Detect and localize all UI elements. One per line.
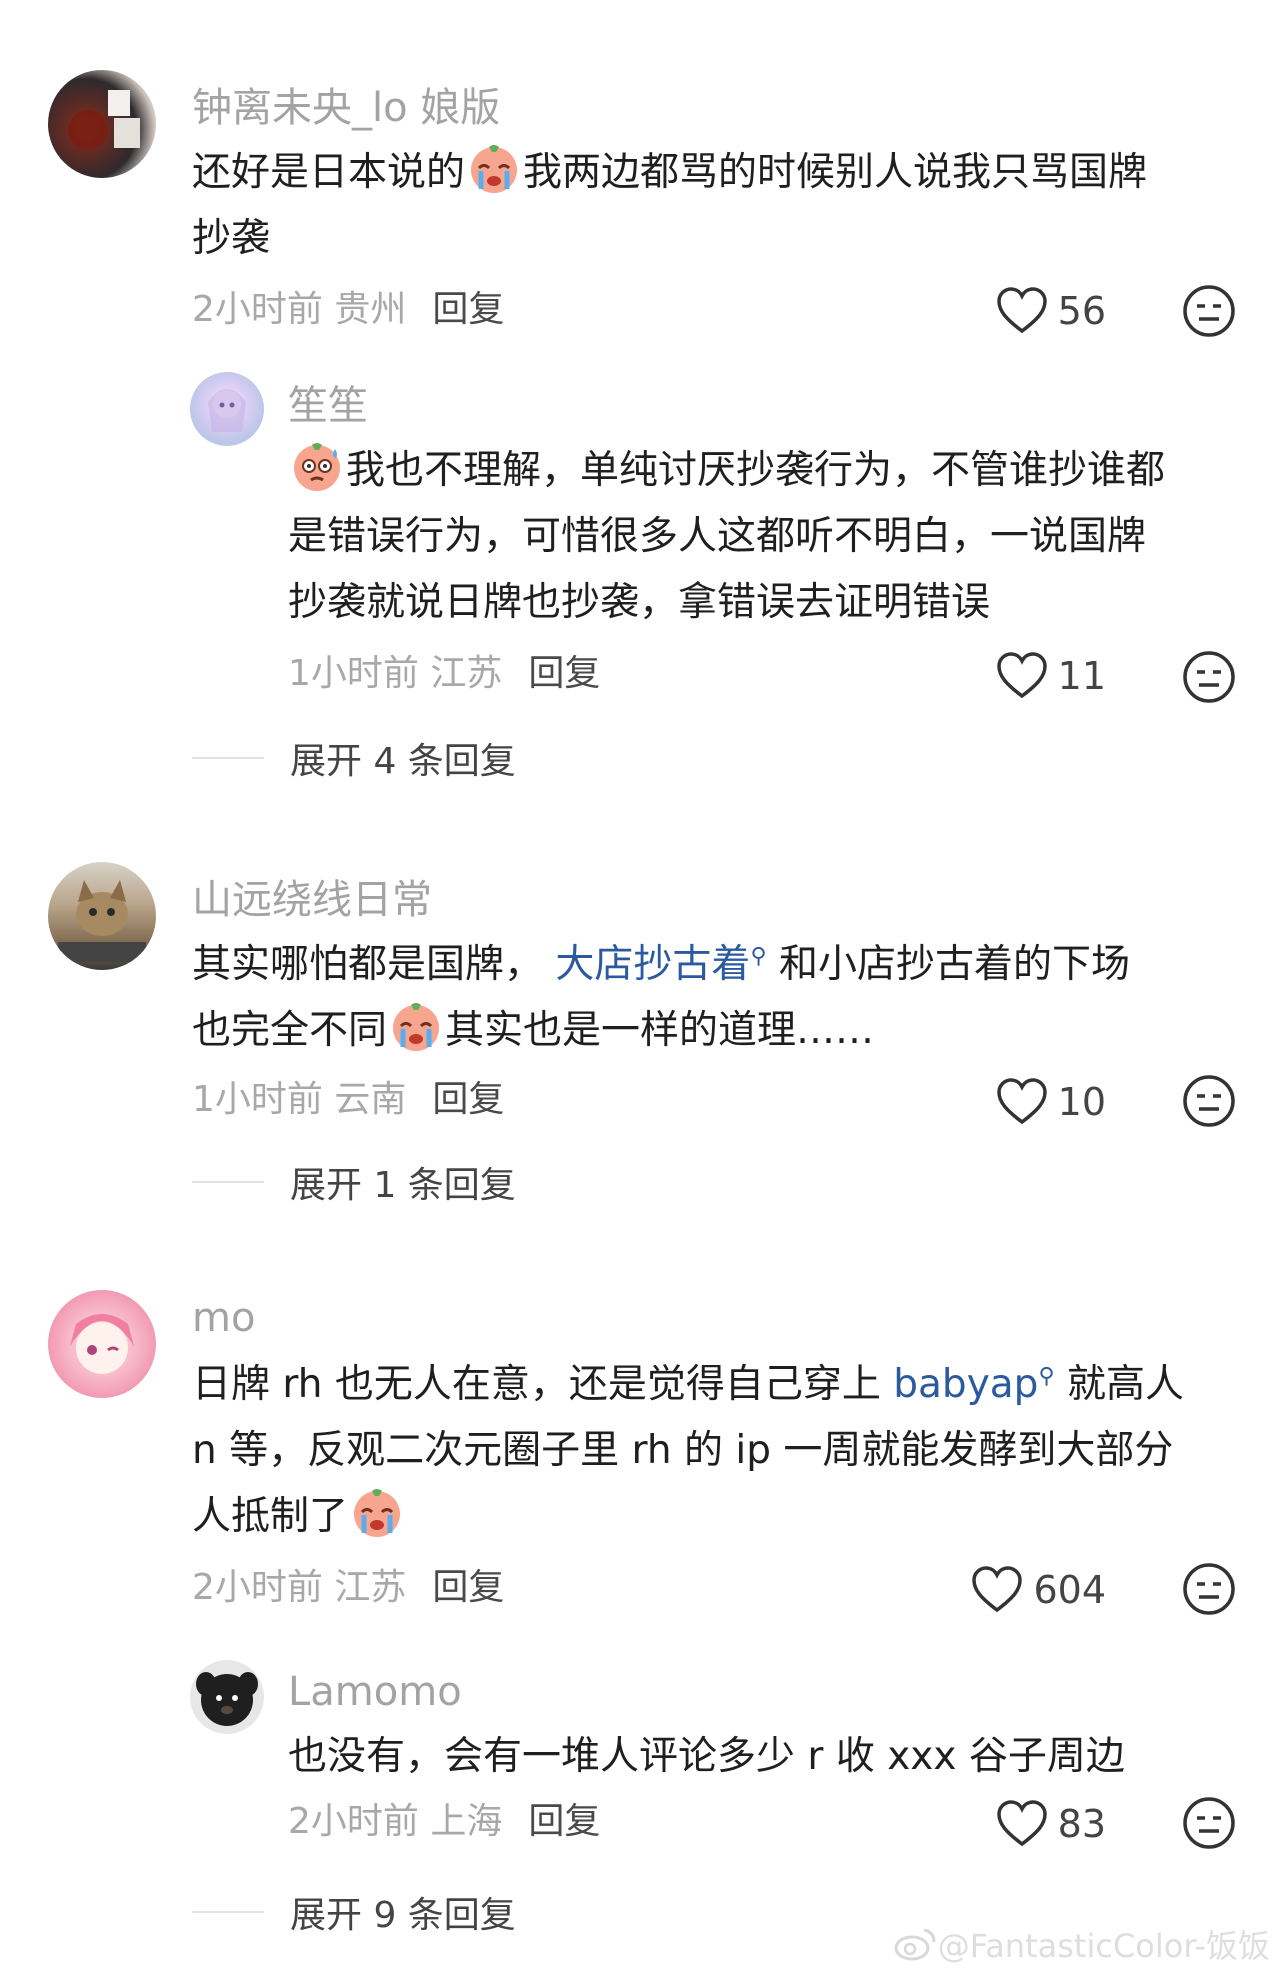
avatar[interactable] [48,1290,156,1398]
heart-icon [996,652,1047,699]
neutral-face-icon[interactable] [1182,650,1236,704]
crying-emoji-icon [354,1489,401,1537]
reply-button[interactable]: 回复 [432,289,504,330]
reply-text: 也没有，会有一堆人评论多少 r 收 xxx 谷子周边 [288,1734,1125,1779]
reply-button[interactable]: 回复 [528,653,600,694]
search-link[interactable]: babyap⚲ [893,1362,1054,1407]
search-link[interactable]: 大店抄古着⚲ [555,942,766,987]
like-button[interactable]: 604 [971,1562,1106,1618]
like-count: 83 [1057,1802,1106,1846]
comment-text: 日牌 rh 也无人在意，还是觉得自己穿上 babyap⚲ 就高人 n 等，反观二… [192,1362,1184,1539]
heart-icon [996,1078,1047,1125]
username[interactable]: 山远绕线日常 [192,876,432,924]
crying-emoji-icon [393,1003,440,1051]
timestamp: 1小时前 [192,1079,323,1120]
comment-meta: 1小时前 云南 回复 [192,1078,504,1122]
reply-meta: 1小时前 江苏 回复 [288,652,600,696]
username[interactable]: Lamomo [288,1668,462,1716]
heart-icon [996,1800,1047,1847]
like-count: 11 [1057,654,1106,698]
username[interactable]: 笙笙 [288,382,368,430]
like-button[interactable]: 10 [996,1074,1106,1130]
like-button[interactable]: 83 [996,1796,1106,1852]
sweat-emoji-icon [294,443,340,491]
avatar[interactable] [190,1660,264,1734]
location: 江苏 [430,653,503,694]
neutral-face-icon[interactable] [1182,1562,1236,1616]
comment-text: 还好是日本说的 我两边都骂的时候别人说我只骂国牌 抄袭 [192,140,1147,272]
divider [192,1911,264,1913]
like-button[interactable]: 56 [996,283,1106,339]
divider [192,757,264,759]
timestamp: 2小时前 [192,1567,323,1608]
reply-button[interactable]: 回复 [432,1079,504,1120]
comment-meta: 2小时前 贵州 回复 [192,288,504,332]
reply-meta: 2小时前 上海 回复 [288,1800,600,1844]
expand-replies[interactable]: 展开 9 条回复 [192,1886,516,1938]
timestamp: 2小时前 [288,1801,419,1842]
comment-text: 其实哪怕都是国牌， 大店抄古着⚲ 和小店抄古着的下场 也完全不同 其实也是一样的道… [192,942,1130,1053]
neutral-face-icon[interactable] [1182,284,1236,338]
weibo-logo-icon [894,1928,936,1961]
location: 江苏 [334,1567,407,1608]
neutral-face-icon[interactable] [1182,1796,1236,1850]
reply-button[interactable]: 回复 [528,1801,600,1842]
like-count: 56 [1057,289,1106,333]
heart-icon [972,1566,1023,1613]
avatar[interactable] [190,372,264,446]
reply-text: 我也不理解，单纯讨厌抄袭行为，不管谁抄谁都 是错误行为，可惜很多人这都听不明白，… [288,438,1165,636]
search-icon: ⚲ [750,944,767,969]
crying-emoji-icon [471,145,518,193]
expand-replies[interactable]: 展开 4 条回复 [192,732,516,784]
location: 贵州 [334,289,407,330]
reply-button[interactable]: 回复 [432,1567,504,1608]
watermark: @FantasticColor-饭饭 [894,1921,1270,1967]
heart-icon [996,287,1047,334]
like-count: 10 [1057,1080,1106,1124]
like-count: 604 [1033,1568,1106,1612]
username[interactable]: 钟离未央_lo 娘版 [192,84,500,132]
location: 上海 [430,1801,503,1842]
avatar[interactable] [48,862,156,970]
neutral-face-icon[interactable] [1182,1074,1236,1128]
timestamp: 1小时前 [288,653,419,694]
timestamp: 2小时前 [192,289,323,330]
username[interactable]: mo [192,1294,255,1342]
like-button[interactable]: 11 [996,648,1106,704]
search-icon: ⚲ [1038,1364,1055,1389]
avatar[interactable] [48,70,156,178]
comment-meta: 2小时前 江苏 回复 [192,1566,504,1610]
location: 云南 [334,1079,407,1120]
divider [192,1181,264,1183]
expand-replies[interactable]: 展开 1 条回复 [192,1156,516,1208]
